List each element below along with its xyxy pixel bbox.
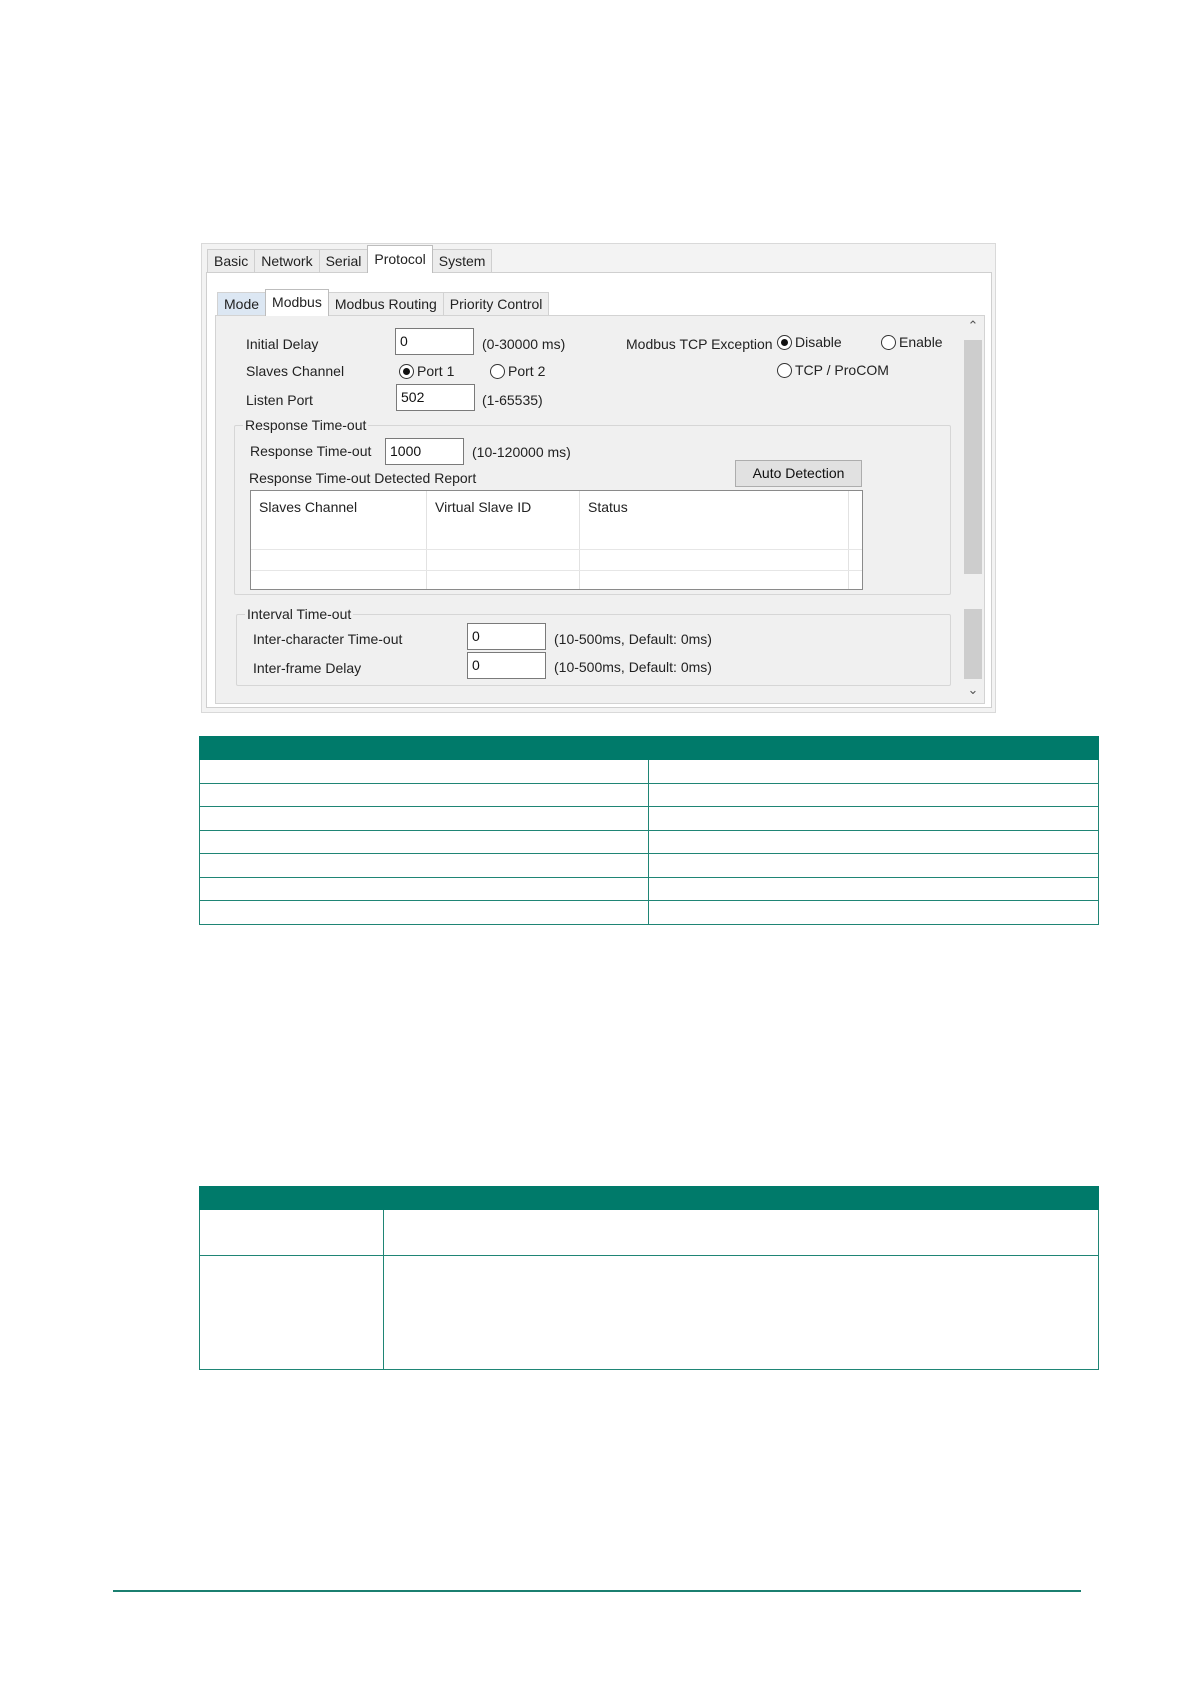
subtab-modbus[interactable]: Modbus: [265, 289, 329, 316]
radio-selected-icon: [777, 334, 792, 350]
subtab-priority-control[interactable]: Priority Control: [442, 292, 550, 316]
slaves-channel-port1-radio[interactable]: Port 1: [399, 363, 454, 379]
scroll-up-icon[interactable]: ⌃: [963, 318, 983, 334]
table-row: [199, 1209, 1099, 1256]
vertical-scrollbar[interactable]: ⌃ ⌄: [963, 318, 983, 701]
table-row: [199, 900, 1099, 925]
scrollbar-thumb[interactable]: [964, 340, 982, 574]
exception-tcp-procom-label: TCP / ProCOM: [795, 362, 889, 378]
listen-port-input[interactable]: 502: [396, 384, 475, 411]
slaves-channel-label: Slaves Channel: [246, 363, 345, 379]
table-header-cell: [383, 1186, 1099, 1210]
table-header-cell: [199, 1186, 384, 1210]
response-timeout-input[interactable]: 1000: [385, 438, 464, 465]
tab-basic[interactable]: Basic: [207, 249, 256, 273]
grid-row-divider: [251, 549, 862, 550]
port1-label: Port 1: [417, 363, 455, 379]
tab-system[interactable]: System: [431, 249, 493, 273]
table-header-cell: [648, 736, 1099, 760]
response-timeout-legend: Response Time-out: [243, 416, 369, 434]
response-timeout-report-label: Response Time-out Detected Report: [249, 470, 477, 486]
subtab-modbus-routing[interactable]: Modbus Routing: [327, 292, 444, 316]
detected-report-grid: Slaves Channel Virtual Slave ID Status: [250, 490, 863, 590]
inter-frame-delay-input[interactable]: 0: [467, 652, 546, 679]
table-row: [199, 877, 1099, 901]
listen-port-range: (1-65535): [482, 392, 543, 408]
grid-header-virtual-slave-id[interactable]: Virtual Slave ID: [435, 499, 531, 515]
grid-header-slaves-channel[interactable]: Slaves Channel: [259, 499, 357, 515]
tab-serial[interactable]: Serial: [318, 249, 369, 273]
inter-frame-delay-label: Inter-frame Delay: [253, 660, 362, 676]
modbus-tcp-exception-label: Modbus TCP Exception: [626, 336, 773, 352]
listen-port-label: Listen Port: [246, 392, 313, 408]
main-tabs: Basic Network Serial Protocol System: [207, 245, 493, 273]
table-row: [199, 830, 1099, 854]
tab-protocol[interactable]: Protocol: [367, 245, 433, 273]
table-row: [199, 783, 1099, 807]
table-row: [199, 1255, 1099, 1370]
initial-delay-label: Initial Delay: [246, 336, 319, 352]
inter-character-timeout-label: Inter-character Time-out: [253, 631, 403, 647]
table-row: [199, 759, 1099, 784]
radio-unselected-icon: [881, 334, 896, 350]
footer-rule: [113, 1590, 1081, 1592]
response-timeout-group: Response Time-out Response Time-out 1000…: [234, 416, 951, 595]
response-timeout-range: (10-120000 ms): [472, 444, 571, 460]
radio-unselected-icon: [490, 363, 505, 379]
inter-character-timeout-input[interactable]: 0: [467, 623, 546, 650]
description-table: [199, 1186, 1099, 1370]
scroll-down-icon[interactable]: ⌄: [963, 682, 983, 698]
grid-row-divider: [251, 570, 862, 571]
tab-network[interactable]: Network: [254, 249, 320, 273]
exception-enable-radio[interactable]: Enable: [881, 334, 943, 350]
exception-disable-radio[interactable]: Disable: [777, 334, 842, 350]
protocol-subtabs: Mode Modbus Modbus Routing Priority Cont…: [217, 289, 550, 316]
radio-unselected-icon: [777, 362, 792, 378]
modbus-panel: Initial Delay 0 (0-30000 ms) Modbus TCP …: [215, 315, 985, 704]
table-row: [199, 806, 1099, 831]
protocol-settings-dialog: Basic Network Serial Protocol System Mod…: [201, 243, 996, 713]
radio-selected-icon: [399, 363, 414, 379]
grid-header-status[interactable]: Status: [588, 499, 628, 515]
exception-enable-label: Enable: [899, 334, 943, 350]
table-row: [199, 853, 1099, 878]
port2-label: Port 2: [508, 363, 546, 379]
slaves-channel-port2-radio[interactable]: Port 2: [490, 363, 545, 379]
scrollbar-thumb-lower[interactable]: [964, 609, 982, 679]
interval-timeout-group: Interval Time-out Inter-character Time-o…: [236, 605, 951, 686]
exception-tcp-procom-radio[interactable]: TCP / ProCOM: [777, 362, 889, 378]
subtab-mode[interactable]: Mode: [217, 292, 267, 316]
response-timeout-label: Response Time-out: [250, 443, 372, 459]
table-header-row: [199, 1186, 1099, 1210]
table-header-cell: [199, 736, 649, 760]
auto-detection-button[interactable]: Auto Detection: [735, 460, 862, 487]
table-header-row: [199, 736, 1099, 760]
settings-table: [199, 736, 1099, 925]
inter-frame-delay-range: (10-500ms, Default: 0ms): [554, 659, 712, 675]
protocol-tab-panel: Mode Modbus Modbus Routing Priority Cont…: [206, 272, 992, 708]
interval-timeout-legend: Interval Time-out: [245, 605, 354, 623]
inter-character-timeout-range: (10-500ms, Default: 0ms): [554, 631, 712, 647]
initial-delay-input[interactable]: 0: [395, 328, 474, 355]
initial-delay-range: (0-30000 ms): [482, 336, 566, 352]
exception-disable-label: Disable: [795, 334, 842, 350]
